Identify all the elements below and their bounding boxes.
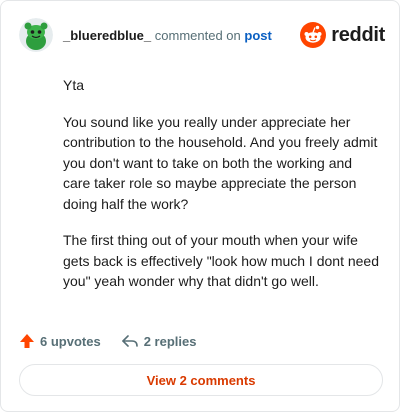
reddit-brand[interactable]: reddit bbox=[300, 22, 385, 48]
view-comments-button[interactable]: View 2 comments bbox=[19, 364, 383, 396]
comment-actions: 6 upvotes 2 replies bbox=[19, 331, 196, 351]
commented-on-label: commented on bbox=[154, 27, 241, 43]
upvote-button[interactable]: 6 upvotes bbox=[19, 333, 101, 349]
brand-wordmark: reddit bbox=[331, 23, 385, 46]
reply-count: 2 replies bbox=[143, 333, 197, 349]
reply-arrow-icon bbox=[121, 335, 138, 347]
upvote-count: 6 upvotes bbox=[40, 333, 101, 349]
replies-button[interactable]: 2 replies bbox=[121, 333, 197, 349]
comment-paragraph: The first thing out of your mouth when y… bbox=[63, 232, 379, 289]
comment-paragraph: You sound like you really under apprecia… bbox=[63, 113, 378, 212]
upvote-arrow-icon bbox=[20, 334, 34, 348]
comment-meta: _blueredblue_ commented on post bbox=[63, 28, 272, 43]
comment-card: _blueredblue_ commented on post reddit Y… bbox=[0, 0, 400, 412]
avatar[interactable] bbox=[19, 18, 53, 52]
comment-paragraph: Yta bbox=[63, 77, 85, 93]
avatar-icon bbox=[19, 18, 53, 52]
comment-header: _blueredblue_ commented on post reddit bbox=[19, 15, 385, 55]
post-link[interactable]: post bbox=[244, 28, 271, 43]
comment-body: Yta You sound like you really under appr… bbox=[63, 75, 381, 308]
reddit-logo-icon bbox=[300, 22, 327, 48]
username-link[interactable]: _blueredblue_ bbox=[63, 28, 151, 43]
